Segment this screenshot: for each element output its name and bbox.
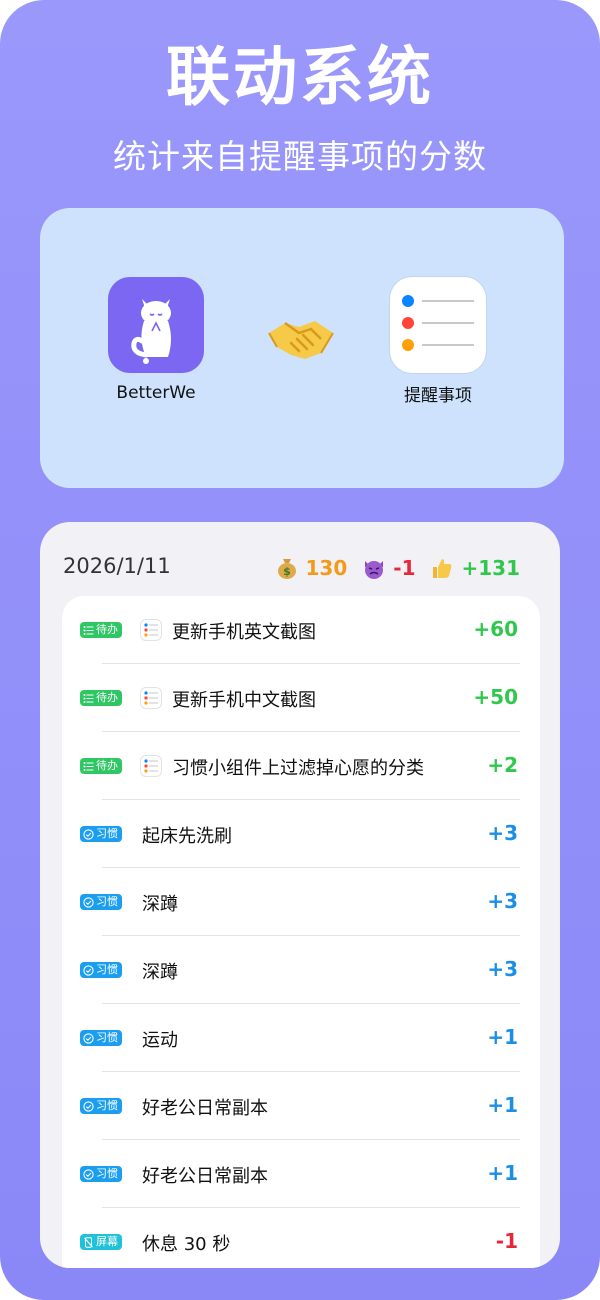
betterwe-label: BetterWe [116, 383, 196, 403]
item-title: 更新手机英文截图 [172, 622, 316, 643]
category-badge-label: 习惯 [96, 827, 118, 840]
list-icon [83, 761, 94, 772]
category-badge: 习惯 [80, 894, 122, 910]
category-badge: 习惯 [80, 1030, 122, 1046]
total-value: +131 [461, 556, 520, 580]
category-badge: 待办 [80, 622, 122, 638]
item-score: +2 [487, 753, 518, 777]
category-badge: 习惯 [80, 826, 122, 842]
item-score: +1 [487, 1025, 518, 1049]
list-item[interactable]: 习惯 运动 +1 [62, 1004, 540, 1072]
list-item[interactable]: 习惯 好老公日常副本 +1 [62, 1140, 540, 1208]
check-circle-icon [83, 1032, 94, 1044]
income-value: 130 [305, 556, 348, 580]
category-badge-label: 习惯 [96, 1099, 118, 1112]
item-title: 深蹲 [142, 962, 178, 983]
summary-row: 2026/1/11 $ 130 -1 +131 [40, 550, 560, 586]
betterwe-app-icon [108, 277, 204, 373]
category-badge: 习惯 [80, 962, 122, 978]
category-badge: 待办 [80, 758, 122, 774]
phone-off-icon [83, 1236, 94, 1248]
item-title: 起床先洗刷 [142, 826, 232, 847]
list-item[interactable]: 待办 习惯小组件上过滤掉心愿的分类 +2 [62, 732, 540, 800]
svg-text:$: $ [283, 565, 291, 578]
item-score: +3 [487, 957, 518, 981]
category-badge: 屏幕 [80, 1234, 122, 1250]
thumbs-up-icon [429, 555, 455, 581]
category-badge: 习惯 [80, 1098, 122, 1114]
list-item[interactable]: 习惯 好老公日常副本 +1 [62, 1072, 540, 1140]
category-badge-label: 习惯 [96, 895, 118, 908]
score-list-card: 2026/1/11 $ 130 -1 +131 待办 更新手机英文截图 +60 … [40, 522, 560, 1268]
list-item[interactable]: 习惯 深蹲 +3 [62, 868, 540, 936]
check-circle-icon [83, 896, 94, 908]
item-score: +50 [473, 685, 518, 709]
list-item[interactable]: 待办 更新手机英文截图 +60 [62, 596, 540, 664]
reminders-mini-icon [141, 688, 161, 708]
list-item[interactable]: 屏幕 休息 30 秒 -1 [62, 1208, 540, 1268]
penalty-value: -1 [393, 556, 416, 580]
item-title: 更新手机中文截图 [172, 690, 316, 711]
item-score: +3 [487, 889, 518, 913]
reminders-label: 提醒事项 [404, 386, 472, 406]
item-title: 运动 [142, 1030, 178, 1051]
reminders-app-icon [390, 277, 486, 373]
item-title: 休息 30 秒 [142, 1234, 231, 1255]
page-title: 联动系统 [166, 41, 434, 115]
item-title: 好老公日常副本 [142, 1098, 268, 1119]
item-title: 习惯小组件上过滤掉心愿的分类 [172, 758, 424, 779]
list-icon [83, 625, 94, 636]
item-score: +60 [473, 617, 518, 641]
category-badge-label: 习惯 [96, 1031, 118, 1044]
category-badge-label: 待办 [96, 691, 118, 704]
check-circle-icon [83, 964, 94, 976]
devil-icon [361, 555, 387, 581]
category-badge-label: 习惯 [96, 1167, 118, 1180]
list-icon [83, 693, 94, 704]
page-subtitle: 统计来自提醒事项的分数 [113, 137, 487, 176]
check-circle-icon [83, 828, 94, 840]
app-link-card: BetterWe 提醒事项 [40, 208, 564, 488]
item-score: +1 [487, 1161, 518, 1185]
check-circle-icon [83, 1168, 94, 1180]
category-badge-label: 待办 [96, 759, 118, 772]
item-score: +3 [487, 821, 518, 845]
score-items-list: 待办 更新手机英文截图 +60 待办 更新手机中文截图 +50 待办 习惯小组件上过滤掉心愿的… [62, 596, 540, 1268]
category-badge-label: 待办 [96, 623, 118, 636]
item-score: -1 [495, 1229, 518, 1253]
score-summary: $ 130 -1 +131 [274, 550, 520, 586]
category-badge-label: 屏幕 [96, 1235, 118, 1248]
handshake-icon [265, 303, 337, 375]
item-title: 深蹲 [142, 894, 178, 915]
category-badge: 习惯 [80, 1166, 122, 1182]
list-item[interactable]: 待办 更新手机中文截图 +50 [62, 664, 540, 732]
category-badge: 待办 [80, 690, 122, 706]
promo-frame: 联动系统 统计来自提醒事项的分数 BetterWe 提醒事项 2026/1/11… [0, 0, 600, 1300]
list-item[interactable]: 习惯 起床先洗刷 +3 [62, 800, 540, 868]
date-label: 2026/1/11 [63, 554, 171, 578]
reminders-mini-icon [141, 756, 161, 776]
item-score: +1 [487, 1093, 518, 1117]
list-item[interactable]: 习惯 深蹲 +3 [62, 936, 540, 1004]
check-circle-icon [83, 1100, 94, 1112]
money-bag-icon: $ [274, 555, 300, 581]
reminders-mini-icon [141, 620, 161, 640]
category-badge-label: 习惯 [96, 963, 118, 976]
item-title: 好老公日常副本 [142, 1166, 268, 1187]
